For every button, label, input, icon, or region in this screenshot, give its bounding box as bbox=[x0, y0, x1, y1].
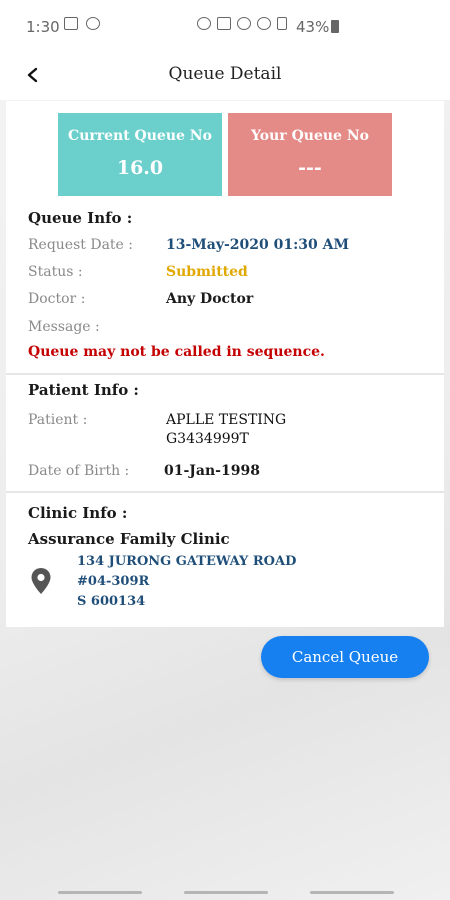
nav-home-handle[interactable] bbox=[184, 891, 268, 894]
patient-name: APLLE TESTING bbox=[166, 412, 287, 428]
clinic-info-title: Clinic Info : bbox=[28, 504, 128, 522]
location-pin-icon bbox=[31, 568, 51, 594]
battery-icon bbox=[331, 20, 339, 33]
image-icon bbox=[64, 17, 78, 30]
current-queue-value: 16.0 bbox=[116, 157, 164, 179]
status-time: 1:30 bbox=[26, 18, 60, 36]
focus-icon bbox=[86, 17, 100, 30]
patient-id: G3434999T bbox=[166, 431, 249, 447]
your-queue-label: Your Queue No bbox=[251, 128, 369, 144]
status-label: Status : bbox=[28, 264, 83, 280]
patient-row: Patient : APLLE TESTING G3434999T bbox=[6, 412, 444, 456]
request-date-label: Request Date : bbox=[28, 237, 133, 253]
queue-number-boxes: Current Queue No 16.0 Your Queue No --- bbox=[6, 101, 444, 207]
message-label: Message : bbox=[28, 319, 100, 335]
app-header: Queue Detail bbox=[0, 52, 450, 100]
queue-info-section: Queue Info : Request Date : 13-May-2020 … bbox=[6, 207, 444, 373]
status-left-icons bbox=[64, 17, 100, 30]
dob-row: Date of Birth : 01-Jan-1998 bbox=[6, 463, 444, 490]
request-date-row: Request Date : 13-May-2020 01:30 AM bbox=[6, 237, 444, 264]
doctor-row: Doctor : Any Doctor bbox=[6, 291, 444, 318]
current-queue-box: Current Queue No 16.0 bbox=[58, 113, 222, 196]
page-title: Queue Detail bbox=[168, 64, 282, 84]
your-queue-value: --- bbox=[298, 157, 322, 179]
request-date-value: 13-May-2020 01:30 AM bbox=[166, 237, 350, 253]
signal-icon bbox=[277, 17, 287, 30]
dob-label: Date of Birth : bbox=[28, 463, 130, 479]
location-icon bbox=[237, 17, 251, 30]
doctor-value: Any Doctor bbox=[166, 291, 254, 307]
patient-info-title: Patient Info : bbox=[28, 381, 139, 399]
address-line-2: #04-309R bbox=[77, 574, 150, 589]
queue-info-title: Queue Info : bbox=[28, 209, 133, 227]
nav-back-handle[interactable] bbox=[58, 891, 142, 894]
status-value: Submitted bbox=[166, 264, 248, 280]
patient-info-section: Patient Info : Patient : APLLE TESTING G… bbox=[6, 375, 444, 491]
system-nav-bar bbox=[0, 880, 450, 900]
current-queue-label: Current Queue No bbox=[68, 128, 212, 144]
message-row: Message : bbox=[6, 319, 444, 346]
address-line-3: S 600134 bbox=[77, 594, 146, 609]
doctor-label: Doctor : bbox=[28, 291, 86, 307]
your-queue-box: Your Queue No --- bbox=[228, 113, 392, 196]
sequence-warning: Queue may not be called in sequence. bbox=[28, 344, 325, 360]
clinic-address[interactable]: 134 JURONG GATEWAY ROAD #04-309R S 60013… bbox=[6, 554, 444, 617]
mute-icon bbox=[217, 17, 231, 30]
status-row: Status : Submitted bbox=[6, 264, 444, 291]
wifi-icon bbox=[257, 17, 271, 30]
status-right-icons bbox=[197, 17, 287, 30]
patient-label: Patient : bbox=[28, 412, 88, 428]
address-line-1: 134 JURONG GATEWAY ROAD bbox=[77, 554, 297, 569]
clinic-name: Assurance Family Clinic bbox=[28, 530, 230, 548]
nav-recents-handle[interactable] bbox=[310, 891, 394, 894]
dob-value: 01-Jan-1998 bbox=[164, 463, 260, 479]
cancel-queue-button[interactable]: Cancel Queue bbox=[261, 636, 429, 678]
queue-detail-card: Current Queue No 16.0 Your Queue No --- … bbox=[6, 101, 444, 627]
status-bar: 1:30 43% bbox=[0, 0, 450, 52]
clinic-info-section: Clinic Info : Assurance Family Clinic 13… bbox=[6, 493, 444, 627]
alarm-icon bbox=[197, 17, 211, 30]
battery-percent: 43% bbox=[296, 18, 330, 36]
